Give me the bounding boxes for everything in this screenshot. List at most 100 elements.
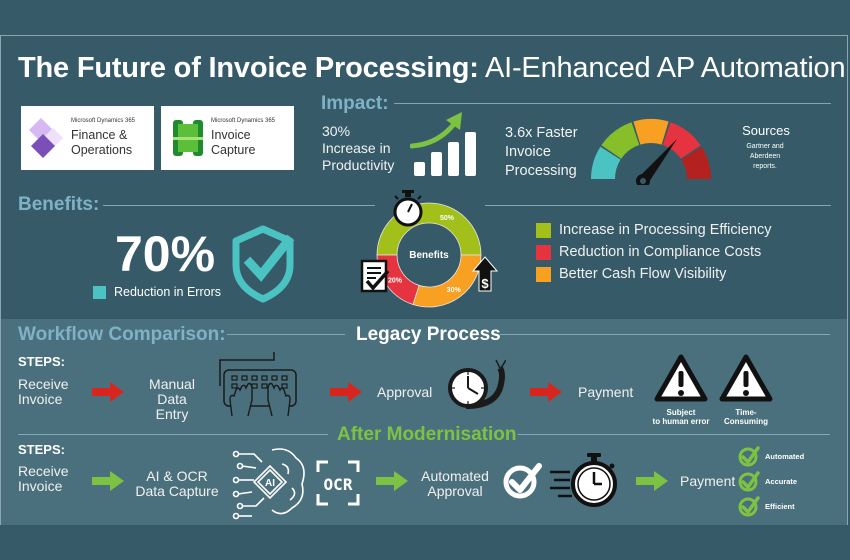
check-item: Efficient bbox=[738, 494, 804, 518]
productivity-stat: 30% Increase in Productivity bbox=[322, 123, 394, 174]
step-line-1: Automated bbox=[421, 468, 489, 484]
sources-heading: Sources bbox=[742, 123, 790, 138]
legacy-divider-right bbox=[500, 334, 830, 335]
ocr-label: OCR bbox=[324, 475, 353, 494]
productivity-value: 30% bbox=[322, 123, 351, 139]
arrow-right-icon bbox=[636, 471, 668, 491]
product-name: Invoice Capture bbox=[211, 128, 255, 158]
errors-label: Reduction in Errors bbox=[114, 285, 221, 299]
legacy-heading: Legacy Process bbox=[356, 324, 501, 345]
warning-label-time-consuming: Time- Consuming bbox=[716, 408, 776, 426]
title-bold: The Future of Invoice Processing: bbox=[18, 52, 479, 84]
step-line-2: Approval bbox=[427, 483, 483, 499]
warning-label-human-error: Subject to human error bbox=[644, 408, 718, 426]
page-title: The Future of Invoice Processing: AI-Enh… bbox=[18, 52, 846, 85]
legacy-step-receive: Receive Invoice bbox=[18, 377, 69, 407]
modern-step-receive: Receive Invoice bbox=[18, 464, 69, 494]
warning-line-2: to human error bbox=[652, 417, 710, 426]
speed-stat: 3.6x Faster Invoice Processing bbox=[505, 124, 578, 181]
product-line-1: Finance & bbox=[71, 128, 128, 142]
legend-label: Reduction in Compliance Costs bbox=[559, 244, 762, 260]
speed-line-2: Invoice bbox=[505, 144, 551, 160]
impact-divider bbox=[394, 103, 831, 104]
arrow-right-icon bbox=[376, 471, 408, 491]
check-label: Efficient bbox=[765, 501, 795, 511]
donut-center-label: Benefits bbox=[409, 250, 449, 261]
step-line-1: Receive bbox=[18, 463, 69, 479]
slow-snail-clock-icon bbox=[448, 359, 506, 409]
arrow-right-icon bbox=[92, 382, 124, 402]
modern-step-automated-approval: Automated Approval bbox=[418, 469, 492, 499]
modern-divider-left bbox=[18, 434, 328, 435]
approval-check-icon bbox=[503, 463, 542, 499]
errors-swatch bbox=[93, 285, 106, 299]
errors-label-row: Reduction in Errors bbox=[93, 285, 221, 299]
sources-line-2: Aberdeen bbox=[749, 153, 781, 160]
finance-operations-icon bbox=[29, 118, 63, 158]
stopwatch-icon bbox=[393, 190, 423, 227]
logo-invoice-capture: Microsoft Dynamics 365 Invoice Capture bbox=[161, 106, 294, 170]
legend-item: Better Cash Flow Visibility bbox=[536, 263, 772, 285]
benefits-heading: Benefits: bbox=[18, 194, 100, 215]
product-line-2: Capture bbox=[211, 143, 256, 157]
product-name: Finance & Operations bbox=[71, 128, 132, 158]
fast-stopwatch-icon bbox=[550, 453, 617, 507]
donut-slice bbox=[376, 202, 482, 256]
check-label: Accurate bbox=[765, 476, 798, 486]
warning-line-1: Subject bbox=[666, 408, 696, 417]
legacy-steps-label: STEPS: bbox=[18, 354, 65, 369]
sources: Sources Gartner and Aberdeen reports. bbox=[740, 123, 790, 172]
arrow-right-icon bbox=[530, 382, 562, 402]
product-line-2: Operations bbox=[71, 143, 133, 157]
speedometer-gauge-icon bbox=[591, 118, 711, 185]
arrow-right-icon bbox=[92, 471, 124, 491]
legend-item: Reduction in Compliance Costs bbox=[536, 241, 772, 263]
donut-slice bbox=[412, 254, 482, 308]
step-line-2: Invoice bbox=[18, 478, 63, 494]
benefits-divider-right bbox=[485, 205, 831, 206]
step-line-2: Data Capture bbox=[135, 483, 219, 499]
product-line-1: Invoice bbox=[211, 128, 251, 142]
legacy-step-approval: Approval bbox=[377, 384, 433, 400]
green-check-icon bbox=[738, 471, 760, 492]
workflow-heading: Workflow Comparison: bbox=[18, 324, 226, 345]
warning-icon bbox=[654, 354, 708, 402]
check-label: Automated bbox=[765, 451, 805, 461]
step-line-1: Receive bbox=[18, 376, 69, 392]
modern-benefit-checks: Automated Accurate Efficient bbox=[738, 444, 804, 518]
sources-line-1: Gartner and bbox=[746, 143, 784, 150]
modern-step-ai-ocr: AI & OCR Data Capture bbox=[134, 469, 220, 499]
modern-steps-label: STEPS: bbox=[18, 442, 65, 457]
title-light: AI-Enhanced AP Automation bbox=[484, 52, 846, 84]
check-item: Accurate bbox=[738, 468, 804, 494]
benefits-divider-left bbox=[103, 205, 375, 206]
legacy-step-manual-entry: Manual Data Entry bbox=[140, 377, 204, 422]
keyboard-typing-icon bbox=[219, 352, 297, 417]
arrow-right-icon bbox=[330, 382, 362, 402]
donut-slice-label: 30% bbox=[447, 287, 462, 294]
workflow-divider-left bbox=[227, 334, 345, 335]
check-item: Automated bbox=[738, 444, 804, 468]
errors-value: 70% bbox=[115, 226, 216, 282]
donut-slice-label: 20% bbox=[388, 278, 403, 285]
speed-line-3: Processing bbox=[505, 163, 577, 179]
benefits-donut-chart: Benefits 50% 30% 20% $ bbox=[360, 190, 499, 308]
productivity-line-1: Increase in bbox=[322, 140, 391, 156]
modern-divider-right bbox=[518, 434, 830, 435]
productivity-line-2: Productivity bbox=[322, 157, 395, 173]
warning-line-2: Consuming bbox=[724, 417, 768, 426]
growth-chart-icon bbox=[410, 112, 476, 176]
legend-swatch bbox=[536, 266, 551, 282]
sources-line-3: reports. bbox=[753, 163, 777, 170]
svg-text:$: $ bbox=[481, 276, 489, 291]
speed-line-1: 3.6x Faster bbox=[505, 125, 578, 141]
impact-heading: Impact: bbox=[321, 93, 389, 114]
vendor-label: Microsoft Dynamics 365 bbox=[211, 118, 276, 124]
ai-brain-icon: AI bbox=[232, 448, 305, 520]
ai-label: AI bbox=[265, 478, 275, 489]
legend-label: Increase in Processing Efficiency bbox=[559, 222, 772, 238]
legend-swatch bbox=[536, 244, 551, 260]
green-check-icon bbox=[738, 446, 760, 467]
checklist-icon bbox=[360, 259, 390, 293]
benefits-legend: Increase in Processing Efficiency Reduct… bbox=[536, 219, 772, 285]
